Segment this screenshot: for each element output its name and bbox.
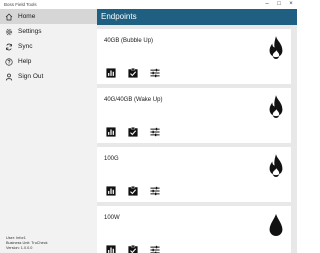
endpoint-name: 40G/40GB (Wake Up)	[104, 97, 163, 103]
help-icon	[4, 57, 14, 67]
window-controls: – □ ×	[261, 0, 297, 9]
endpoint-card[interactable]: 40GB (Bubble Up)	[97, 29, 291, 84]
endpoint-actions	[105, 126, 160, 137]
person-icon	[4, 72, 14, 82]
endpoint-name: 40GB (Bubble Up)	[104, 38, 154, 44]
checklist-icon[interactable]	[127, 185, 138, 196]
app-version: Version: 1.0.0.0	[6, 246, 33, 250]
sidebar-item-label: Settings	[18, 28, 42, 35]
title-bar: Boss Field Tools – □ ×	[0, 0, 297, 9]
checklist-icon[interactable]	[127, 126, 138, 137]
sidebar-item-label: Help	[18, 58, 32, 65]
water-drop-icon	[269, 214, 283, 236]
maximize-icon[interactable]: □	[273, 0, 285, 9]
endpoint-actions	[105, 67, 160, 78]
sidebar-item-home[interactable]: Home	[0, 9, 97, 24]
minimize-icon[interactable]: –	[261, 0, 273, 9]
endpoint-actions	[105, 185, 160, 196]
sidebar: Home Settings Sync Help Sign Out User: I…	[0, 9, 97, 253]
sidebar-item-label: Sign Out	[18, 73, 44, 80]
checklist-icon[interactable]	[127, 244, 138, 253]
close-icon[interactable]: ×	[285, 0, 297, 9]
bar-chart-icon[interactable]	[105, 244, 116, 253]
endpoint-actions	[105, 244, 160, 253]
gear-icon	[4, 27, 14, 37]
sidebar-item-help[interactable]: Help	[0, 54, 97, 69]
endpoint-name: 100G	[104, 156, 119, 162]
sliders-icon[interactable]	[149, 126, 160, 137]
flame-icon	[269, 95, 283, 119]
sliders-icon[interactable]	[149, 185, 160, 196]
endpoint-name: 100W	[104, 215, 120, 221]
sidebar-item-sign-out[interactable]: Sign Out	[0, 69, 97, 84]
scrollbar[interactable]	[293, 25, 297, 253]
sidebar-item-sync[interactable]: Sync	[0, 39, 97, 54]
page-title: Endpoints	[97, 9, 297, 25]
sidebar-item-label: Home	[18, 13, 36, 20]
bar-chart-icon[interactable]	[105, 67, 116, 78]
flame-icon	[269, 154, 283, 178]
sidebar-item-settings[interactable]: Settings	[0, 24, 97, 39]
main-content: Endpoints 40GB (Bubble Up) 40G/40GB (Wak…	[97, 9, 297, 253]
home-icon	[4, 12, 14, 22]
sliders-icon[interactable]	[149, 67, 160, 78]
bar-chart-icon[interactable]	[105, 126, 116, 137]
sliders-icon[interactable]	[149, 244, 160, 253]
endpoint-card[interactable]: 40G/40GB (Wake Up)	[97, 88, 291, 143]
flame-icon	[269, 36, 283, 60]
sidebar-item-label: Sync	[18, 43, 33, 50]
bar-chart-icon[interactable]	[105, 185, 116, 196]
checklist-icon[interactable]	[127, 67, 138, 78]
endpoint-card[interactable]: 100G	[97, 147, 291, 202]
endpoint-card[interactable]: 100W	[97, 206, 291, 253]
user-info: User: Infor1 Business Unit: TruCheck Ver…	[6, 236, 48, 251]
app-title: Boss Field Tools	[4, 2, 37, 7]
sync-icon	[4, 42, 14, 52]
